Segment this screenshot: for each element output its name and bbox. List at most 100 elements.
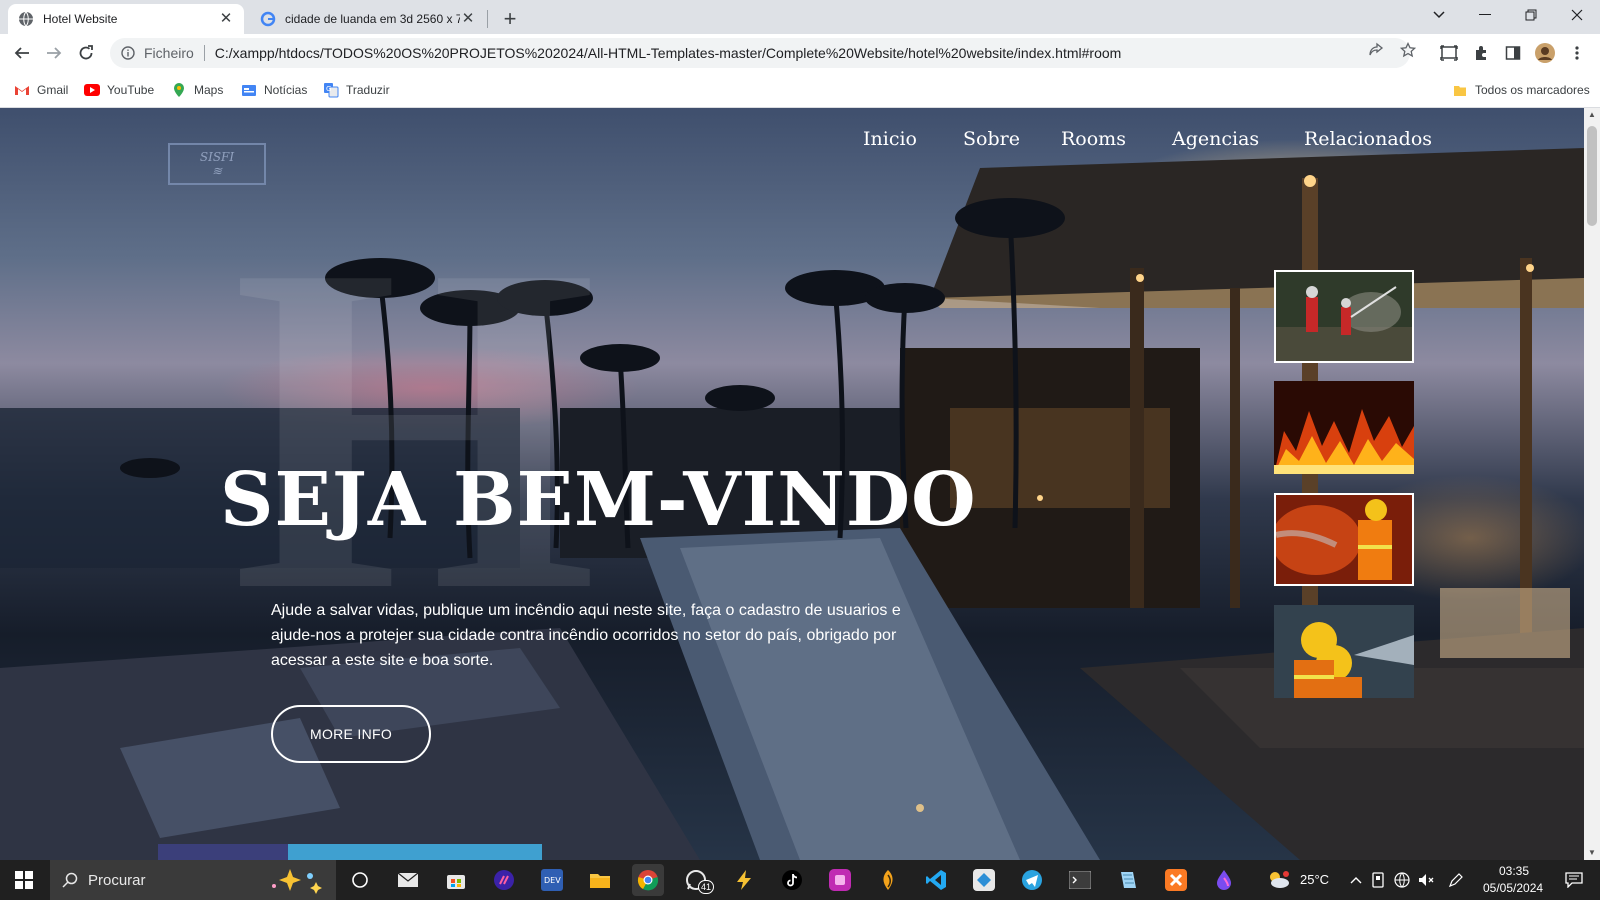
bookmarks-folder-all[interactable]: Todos os marcadores <box>1452 82 1590 98</box>
thumbnail-firefighters-helmets[interactable] <box>1274 605 1414 698</box>
side-panel-icon[interactable] <box>1503 43 1523 63</box>
section-strip-blue <box>288 844 542 860</box>
whatsapp-icon[interactable]: 41 <box>680 864 715 896</box>
nav-link-sobre[interactable]: Sobre <box>963 128 1020 154</box>
volume-muted-icon[interactable] <box>1416 864 1436 896</box>
tab-luanda-search[interactable]: cidade de luanda em 3d 2560 x 7 ✕ <box>250 4 486 34</box>
app-diamond-icon[interactable] <box>968 864 1000 896</box>
share-icon[interactable] <box>1367 41 1385 59</box>
file-explorer-icon[interactable] <box>584 864 616 896</box>
bookmarks-folder-label: Todos os marcadores <box>1475 83 1590 97</box>
vscode-icon[interactable] <box>920 864 952 896</box>
google-icon <box>260 11 276 27</box>
nav-link-rooms[interactable]: Rooms <box>1061 128 1126 154</box>
close-tab-icon[interactable]: ✕ <box>218 11 234 27</box>
thumbnail-firefighters-forest[interactable] <box>1274 270 1414 363</box>
notifications-icon[interactable] <box>1558 864 1590 896</box>
thumbnail-firefighter-hose[interactable] <box>1274 493 1414 586</box>
reload-button[interactable] <box>72 39 100 67</box>
menu-kebab-icon[interactable] <box>1567 43 1587 63</box>
terminal-icon[interactable] <box>1064 864 1096 896</box>
scroll-thumb[interactable] <box>1587 126 1597 226</box>
windows-taskbar: Procurar DEV 41 25°C 03:35 05/05/2024 <box>0 860 1600 900</box>
cast-icon[interactable] <box>1439 43 1459 63</box>
bookmark-gmail[interactable]: Gmail <box>14 82 68 98</box>
more-info-button[interactable]: MORE INFO <box>271 705 431 763</box>
profile-avatar[interactable] <box>1535 43 1555 63</box>
search-highlight-icon <box>266 866 326 894</box>
tray-chevron-up-icon[interactable] <box>1346 864 1366 896</box>
svg-text:DEV: DEV <box>544 876 561 885</box>
nav-link-inicio[interactable]: Inicio <box>863 128 917 154</box>
chrome-icon[interactable] <box>632 864 664 896</box>
dev-app-icon[interactable]: DEV <box>536 864 568 896</box>
firefighters-forest-image <box>1276 272 1412 361</box>
bookmark-maps[interactable]: Maps <box>171 82 223 98</box>
tab-strip: Hotel Website ✕ cidade de luanda em 3d 2… <box>0 0 1600 34</box>
section-strip-indigo <box>158 844 288 860</box>
bookmark-label: YouTube <box>107 83 155 97</box>
weather-icon[interactable] <box>1262 864 1294 896</box>
url-text[interactable]: C:/xampp/htdocs/TODOS%20OS%20PROJETOS%20… <box>215 45 1122 61</box>
forward-button[interactable] <box>40 39 68 67</box>
close-window-button[interactable] <box>1554 0 1600 30</box>
task-view-icon[interactable] <box>344 864 376 896</box>
site-logo[interactable]: SISFI ≋ <box>168 143 266 185</box>
scheme-divider <box>203 45 205 61</box>
tiktok-icon[interactable] <box>776 864 808 896</box>
close-tab-icon[interactable]: ✕ <box>460 11 476 27</box>
clock-date[interactable]: 05/05/2024 <box>1483 881 1543 895</box>
bookmark-traduzir[interactable]: G Traduzir <box>323 82 390 98</box>
fl-studio-icon[interactable] <box>872 864 904 896</box>
bookmark-label: Maps <box>194 83 224 97</box>
new-tab-button[interactable]: + <box>496 6 524 34</box>
tab-separator <box>487 10 488 28</box>
bookmark-noticias[interactable]: Notícias <box>241 82 307 98</box>
bookmark-star-icon[interactable] <box>1399 41 1417 59</box>
bookmark-label: Notícias <box>264 83 308 97</box>
bookmark-youtube[interactable]: YouTube <box>84 82 154 98</box>
scroll-down-icon[interactable]: ▼ <box>1584 846 1600 860</box>
address-bar[interactable]: Ficheiro C:/xampp/htdocs/TODOS%20OS%20PR… <box>110 38 1410 68</box>
drop-app-icon[interactable] <box>1208 864 1240 896</box>
clock-time[interactable]: 03:35 <box>1499 864 1529 878</box>
device-icon[interactable] <box>1368 864 1388 896</box>
whatsapp-badge: 41 <box>698 880 715 894</box>
bookmark-label: Gmail <box>37 83 69 97</box>
info-icon[interactable] <box>118 46 138 60</box>
tab-hotel-website[interactable]: Hotel Website ✕ <box>8 4 244 34</box>
tab-search-icon[interactable] <box>1416 0 1462 30</box>
thumbnail-flames[interactable] <box>1274 381 1414 474</box>
power-automate-icon[interactable] <box>728 864 760 896</box>
network-globe-icon[interactable] <box>1392 864 1412 896</box>
browser-toolbar: Ficheiro C:/xampp/htdocs/TODOS%20OS%20PR… <box>0 34 1600 72</box>
nav-link-agencias[interactable]: Agencias <box>1172 128 1259 154</box>
bookmarks-bar: Gmail YouTube Maps Notícias G Traduzir T… <box>0 72 1600 108</box>
xampp-icon[interactable] <box>1160 864 1192 896</box>
back-button[interactable] <box>8 39 36 67</box>
extensions-icon[interactable] <box>1471 43 1491 63</box>
folder-icon <box>1452 82 1468 98</box>
microsoft-store-icon[interactable] <box>440 864 472 896</box>
flames-image <box>1274 381 1414 474</box>
pen-icon[interactable] <box>1446 864 1466 896</box>
mail-icon[interactable] <box>392 864 424 896</box>
logo-text: SISFI <box>199 150 235 164</box>
taskbar-search-box[interactable]: Procurar <box>50 860 336 900</box>
visual-studio-icon[interactable] <box>488 864 520 896</box>
restore-button[interactable] <box>1508 0 1554 30</box>
scroll-up-icon[interactable]: ▲ <box>1584 108 1600 122</box>
search-placeholder: Procurar <box>88 871 146 889</box>
tab-title: cidade de luanda em 3d 2560 x 7 <box>285 12 460 26</box>
maps-icon <box>171 82 187 98</box>
minimize-button[interactable] <box>1462 0 1508 30</box>
page-scrollbar[interactable]: ▲ ▼ <box>1584 108 1600 860</box>
nav-link-relacionados[interactable]: Relacionados <box>1304 128 1432 154</box>
telegram-icon[interactable] <box>1016 864 1048 896</box>
globe-icon <box>18 11 34 27</box>
app-pink-icon[interactable] <box>824 864 856 896</box>
page-hero: H SISFI ≋ Inicio Sobre Rooms Agencias Re… <box>0 108 1584 860</box>
windows-start-icon[interactable] <box>8 864 40 896</box>
search-icon <box>62 872 78 888</box>
notepad-app-icon[interactable] <box>1112 864 1144 896</box>
